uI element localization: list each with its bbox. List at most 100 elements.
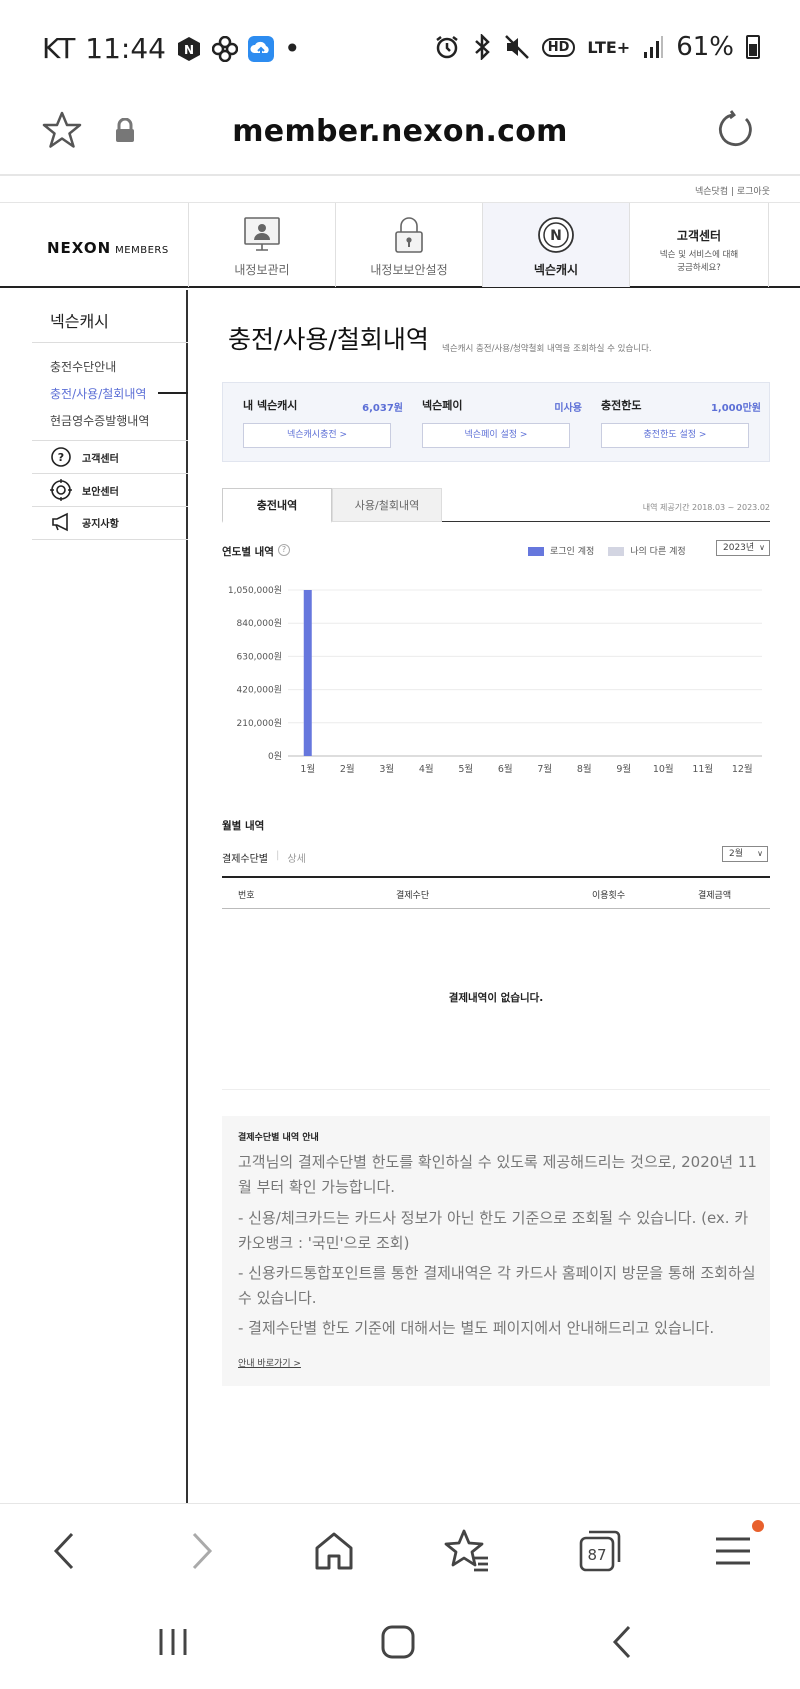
tab-charge-history[interactable]: 충전내역 <box>222 488 332 523</box>
notice-paragraph: 고객님의 결제수단별 한도를 확인하실 수 있도록 제공해드리는 것으로, 20… <box>238 1153 757 1196</box>
svg-text:N: N <box>184 43 194 57</box>
x-tick-label: 5월 <box>458 763 473 775</box>
legend-swatch <box>528 547 544 556</box>
tab-my-info[interactable]: 내정보관리 <box>188 203 335 287</box>
month-select[interactable]: 2월 ∨ <box>722 846 768 862</box>
yearly-title: 연도별 내역 <box>222 546 274 558</box>
notice-paragraph: - 신용카드통합포인트를 통한 결제내역은 각 카드사 홈페이지 방문을 통해 … <box>238 1264 756 1307</box>
tab-nexon-cash[interactable]: N 넥슨캐시 <box>482 203 629 287</box>
guide-link[interactable]: 안내 바로가기 > <box>238 1356 301 1369</box>
megaphone-icon <box>52 512 68 532</box>
status-dot: • <box>284 32 301 65</box>
history-period-note: 내역 제공기간 2018.03 ~ 2023.02 <box>642 503 770 512</box>
history-tabs: 충전내역 사용/철회내역 내역 제공기간 2018.03 ~ 2023.02 <box>222 488 770 523</box>
bookmarks-icon[interactable] <box>442 1526 492 1576</box>
x-tick-label: 4월 <box>419 763 434 775</box>
y-tick-label: 840,000원 <box>237 618 283 629</box>
tool-label: 보안센터 <box>82 486 119 498</box>
menu-icon[interactable] <box>708 1526 758 1576</box>
home-icon[interactable] <box>309 1526 359 1576</box>
legend-swatch <box>608 547 625 556</box>
tool-label: 고객센터 <box>82 453 119 465</box>
recent-apps-icon[interactable] <box>148 1617 198 1667</box>
tool-label: 공지사항 <box>82 518 119 530</box>
column-header-method: 결제수단 <box>396 891 430 901</box>
x-tick-label: 10월 <box>653 763 674 775</box>
legend-item-login-account: 로그인 계정 <box>528 544 594 557</box>
x-tick-label: 6월 <box>498 763 513 775</box>
notice-paragraph: - 결제수단별 한도 기준에 대해서는 별도 페이지에서 안내해드리고 있습니다… <box>238 1319 715 1337</box>
x-tick-label: 12월 <box>732 763 753 775</box>
column-header-number: 번호 <box>238 891 255 901</box>
back-button-icon[interactable] <box>598 1617 648 1667</box>
divider <box>222 908 770 909</box>
sidebar-item-history[interactable]: 충전/사용/철회내역 <box>50 385 146 402</box>
page-title: 충전/사용/철회내역 <box>228 325 429 354</box>
subtab-by-method[interactable]: 결제수단별 <box>222 850 268 865</box>
forward-icon[interactable] <box>176 1526 226 1576</box>
x-tick-label: 7월 <box>537 763 552 775</box>
tabs-icon[interactable]: 87 <box>575 1526 625 1576</box>
bluetooth-icon <box>474 34 490 60</box>
chevron-down-icon: ∨ <box>757 849 763 858</box>
question-circle-icon: ? <box>51 447 71 467</box>
charge-cash-button[interactable]: 넥슨캐시충전 > <box>243 423 391 448</box>
sidebar-tool-notices[interactable]: 공지사항 <box>50 511 119 533</box>
sidebar-tool-customer-center[interactable]: ? 고객센터 <box>50 446 119 468</box>
tab-label: 넥슨캐시 <box>533 263 579 277</box>
empty-message: 결제내역이 없습니다. <box>448 992 544 1004</box>
notice-paragraph: - 신용/체크카드는 카드사 정보가 아닌 한도 기준으로 조회될 수 있습니다… <box>238 1209 749 1252</box>
browser-url-bar: member.nexon.com <box>0 100 800 176</box>
battery-icon <box>746 35 760 59</box>
tab-label: 내정보관리 <box>234 263 290 277</box>
web-page: 넥슨닷컴 | 로그아웃 NEXONMEMBERS 내정보관리 내정보보안설정 <box>0 176 800 1503</box>
battery-percent: 61% <box>676 32 734 62</box>
sidebar-item-charge-methods[interactable]: 충전수단안내 <box>50 358 116 375</box>
mute-icon <box>504 35 529 59</box>
home-button-icon[interactable] <box>373 1617 423 1667</box>
monthly-title: 월별 내역 <box>222 820 265 832</box>
back-icon[interactable] <box>40 1526 90 1576</box>
divider <box>32 539 188 540</box>
charge-limit-settings-button[interactable]: 충전한도 설정 > <box>601 423 749 448</box>
subtab-detail[interactable]: 상세 <box>287 850 305 865</box>
system-navigation-bar <box>0 1595 800 1689</box>
customer-center-desc: 넥슨 및 서비스에 대해 궁금하세요? <box>630 249 768 275</box>
legend-label: 나의 다른 계정 <box>630 547 686 557</box>
column-header-amount: 결제금액 <box>698 891 732 901</box>
tab-count: 87 <box>587 1546 606 1564</box>
sidebar-title: 넥슨캐시 <box>50 312 109 331</box>
chart-legend: 로그인 계정 나의 다른 계정 <box>528 544 686 557</box>
url-text[interactable]: member.nexon.com <box>0 114 800 149</box>
network-type: LTE+ <box>587 37 631 57</box>
summary-value: 6,037원 <box>362 403 403 414</box>
tab-label: 내정보보안설정 <box>370 263 448 277</box>
year-select[interactable]: 2023년 ∨ <box>716 540 770 556</box>
divider <box>32 473 188 474</box>
pinwheel-icon <box>212 35 238 62</box>
x-tick-label: 9월 <box>616 763 631 775</box>
divider <box>32 342 188 343</box>
padlock-icon <box>395 217 423 253</box>
sidebar-tool-security-center[interactable]: 보안센터 <box>50 479 119 501</box>
sidebar-item-receipts[interactable]: 현금영수증발행내역 <box>50 412 149 429</box>
help-icon[interactable]: ? <box>278 544 290 556</box>
month-select-value: 2월 <box>729 849 744 859</box>
nexon-pay-settings-button[interactable]: 넥슨페이 설정 > <box>422 423 570 448</box>
tab-usage-history[interactable]: 사용/철회내역 <box>332 488 442 522</box>
svg-text:?: ? <box>58 451 64 464</box>
y-tick-label: 1,050,000원 <box>228 585 282 596</box>
logo-suffix: MEMBERS <box>115 245 169 256</box>
summary-value: 1,000만원 <box>710 403 761 414</box>
tab-security-settings[interactable]: 내정보보안설정 <box>335 203 482 287</box>
y-tick-label: 420,000원 <box>237 685 283 696</box>
y-tick-label: 210,000원 <box>237 718 283 729</box>
yearly-bar-chart: 0원 210,000원 420,000원 630,000원 840,000원 1,050,… <box>228 585 762 775</box>
reload-icon[interactable] <box>716 110 756 150</box>
util-links[interactable]: 넥슨닷컴 | 로그아웃 <box>695 184 770 197</box>
nexon-members-logo[interactable]: NEXON MEMBERS <box>47 239 169 257</box>
notification-dot <box>752 1520 764 1532</box>
x-tick-label: 8월 <box>577 763 592 775</box>
chart-bar[interactable] <box>303 590 312 756</box>
customer-center-link[interactable]: 고객센터 넥슨 및 서비스에 대해 궁금하세요? <box>629 203 769 287</box>
